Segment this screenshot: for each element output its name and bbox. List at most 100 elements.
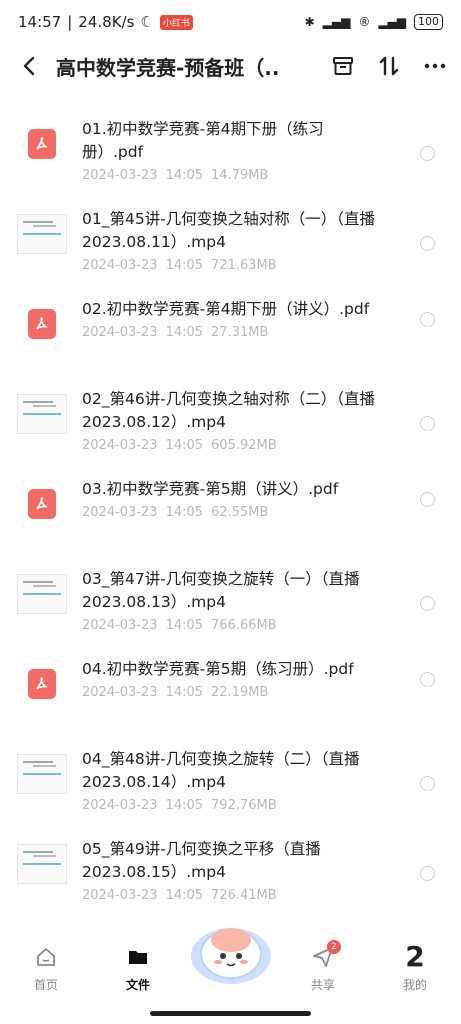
file-thumbnail — [16, 478, 68, 530]
tab-mine[interactable]: 2 我的 — [369, 936, 461, 993]
file-date: 2024-03-23 — [82, 168, 158, 183]
select-radio[interactable] — [420, 672, 435, 687]
mascot-button[interactable] — [186, 918, 276, 988]
file-time: 14:05 — [165, 258, 204, 273]
tab-share[interactable]: 2 共享 — [277, 936, 369, 993]
page-title: 高中数学竞赛-预备班（... — [56, 55, 281, 80]
home-icon — [33, 944, 59, 970]
signal-icon-2: ▂▄▆ — [378, 15, 406, 29]
video-thumbnail — [17, 574, 67, 614]
file-name: 04_第48讲-几何变换之旋转（二）（直播2023.08.14）.mp4 — [82, 750, 360, 791]
pdf-icon — [28, 489, 56, 519]
file-thumbnail — [16, 388, 68, 440]
file-time: 14:05 — [165, 168, 204, 183]
file-thumbnail — [16, 208, 68, 260]
file-date: 2024-03-23 — [82, 685, 158, 700]
home-indicator — [150, 1011, 311, 1016]
back-button[interactable] — [14, 51, 44, 81]
file-date: 2024-03-23 — [82, 888, 158, 903]
tab-mine-label: 我的 — [402, 978, 427, 992]
file-item[interactable]: 03_第47讲-几何变换之旋转（一）（直播2023.08.13）.mp4 202… — [0, 558, 461, 648]
file-meta: 2024-03-23 14:05 605.92MB — [82, 438, 382, 453]
select-radio[interactable] — [420, 236, 435, 251]
file-item[interactable]: 02_第46讲-几何变换之轴对称（二）（直播2023.08.12）.mp4 20… — [0, 378, 461, 468]
tab-home[interactable]: 首页 — [0, 936, 92, 993]
tab-share-label: 共享 — [310, 978, 335, 992]
select-radio[interactable] — [420, 146, 435, 161]
file-thumbnail — [16, 748, 68, 800]
file-thumbnail — [16, 118, 68, 170]
sort-button[interactable] — [377, 54, 401, 78]
sort-icon — [379, 56, 399, 76]
file-list: 01.初中数学竞赛-第4期下册（练习册）.pdf 2024-03-23 14:05… — [0, 108, 461, 918]
file-meta: 2024-03-23 14:05 792.76MB — [82, 798, 382, 813]
file-item[interactable]: 05_第49讲-几何变换之平移（直播2023.08.15）.mp4 2024-0… — [0, 828, 461, 918]
signal-icon: ▂▄▆ — [322, 15, 351, 29]
file-meta: 2024-03-23 14:05 27.31MB — [82, 325, 382, 340]
file-thumbnail — [16, 838, 68, 890]
video-thumbnail — [17, 844, 67, 884]
file-name: 02.初中数学竞赛-第4期下册（讲义）.pdf — [82, 300, 370, 318]
file-time: 14:05 — [165, 505, 204, 520]
file-time: 14:05 — [165, 325, 204, 340]
file-time: 14:05 — [165, 618, 204, 633]
file-size: 62.55MB — [211, 505, 269, 520]
select-radio[interactable] — [420, 866, 435, 881]
app-notification-badge: 小红书 — [159, 14, 193, 30]
file-time: 14:05 — [165, 798, 204, 813]
select-radio[interactable] — [420, 312, 435, 327]
file-date: 2024-03-23 — [82, 505, 158, 520]
network-speed: 24.8K/s — [78, 13, 135, 31]
moon-icon: ☾ — [140, 13, 154, 31]
file-item[interactable]: 03.初中数学竞赛-第5期（讲义）.pdf 2024-03-23 14:05 62.… — [0, 468, 461, 558]
file-item[interactable]: 04_第48讲-几何变换之旋转（二）（直播2023.08.14）.mp4 202… — [0, 738, 461, 828]
file-thumbnail — [16, 568, 68, 620]
tab-files[interactable]: 文件 — [92, 936, 184, 993]
select-radio[interactable] — [420, 596, 435, 611]
status-bar: 14:57 | 24.8K/s ☾ 小红书 ✱ ▂▄▆ ® ▂▄▆ 100 — [0, 0, 461, 44]
file-thumbnail — [16, 658, 68, 710]
video-thumbnail — [17, 394, 67, 434]
archive-button[interactable] — [331, 54, 355, 78]
app-header: 高中数学竞赛-预备班（... — [0, 44, 461, 88]
more-icon — [424, 63, 446, 69]
file-thumbnail — [16, 298, 68, 350]
file-item[interactable]: 04.初中数学竞赛-第5期（练习册）.pdf 2024-03-23 14:05 22… — [0, 648, 461, 738]
tab-files-label: 文件 — [125, 978, 150, 992]
select-radio[interactable] — [420, 492, 435, 507]
file-time: 14:05 — [165, 888, 204, 903]
file-size: 605.92MB — [211, 438, 277, 453]
select-radio[interactable] — [420, 416, 435, 431]
file-meta: 2024-03-23 14:05 62.55MB — [82, 505, 382, 520]
file-item[interactable]: 01.初中数学竞赛-第4期下册（练习册）.pdf 2024-03-23 14:05… — [0, 108, 461, 198]
video-thumbnail — [17, 214, 67, 254]
bluetooth-icon: ✱ — [304, 15, 315, 29]
file-name: 01.初中数学竞赛-第4期下册（练习册）.pdf — [82, 120, 324, 161]
tab-home-label: 首页 — [33, 978, 58, 992]
file-name: 03_第47讲-几何变换之旋转（一）（直播2023.08.13）.mp4 — [82, 570, 360, 611]
file-name: 05_第49讲-几何变换之平移（直播2023.08.15）.mp4 — [82, 840, 321, 881]
file-size: 726.41MB — [211, 888, 277, 903]
pdf-icon — [28, 669, 56, 699]
file-item[interactable]: 02.初中数学竞赛-第4期下册（讲义）.pdf 2024-03-23 14:05 2… — [0, 288, 461, 378]
status-divider: | — [67, 13, 73, 31]
file-size: 27.31MB — [211, 325, 269, 340]
file-name: 04.初中数学竞赛-第5期（练习册）.pdf — [82, 660, 354, 678]
video-thumbnail — [17, 754, 67, 794]
pdf-icon — [28, 129, 56, 159]
file-name: 01_第45讲-几何变换之轴对称（一）（直播2023.08.11）.mp4 — [82, 210, 376, 251]
file-name: 03.初中数学竞赛-第5期（讲义）.pdf — [82, 480, 339, 498]
chevron-left-icon — [23, 56, 35, 76]
file-meta: 2024-03-23 14:05 721.63MB — [82, 258, 382, 273]
file-size: 22.19MB — [211, 685, 269, 700]
archive-icon — [333, 57, 353, 75]
file-meta: 2024-03-23 14:05 726.41MB — [82, 888, 382, 903]
select-radio[interactable] — [420, 776, 435, 791]
file-date: 2024-03-23 — [82, 438, 158, 453]
file-size: 792.76MB — [211, 798, 277, 813]
more-button[interactable] — [423, 54, 447, 78]
file-date: 2024-03-23 — [82, 258, 158, 273]
file-item[interactable]: 01_第45讲-几何变换之轴对称（一）（直播2023.08.11）.mp4 20… — [0, 198, 461, 288]
file-name: 02_第46讲-几何变换之轴对称（二）（直播2023.08.12）.mp4 — [82, 390, 376, 431]
file-meta: 2024-03-23 14:05 22.19MB — [82, 685, 382, 700]
